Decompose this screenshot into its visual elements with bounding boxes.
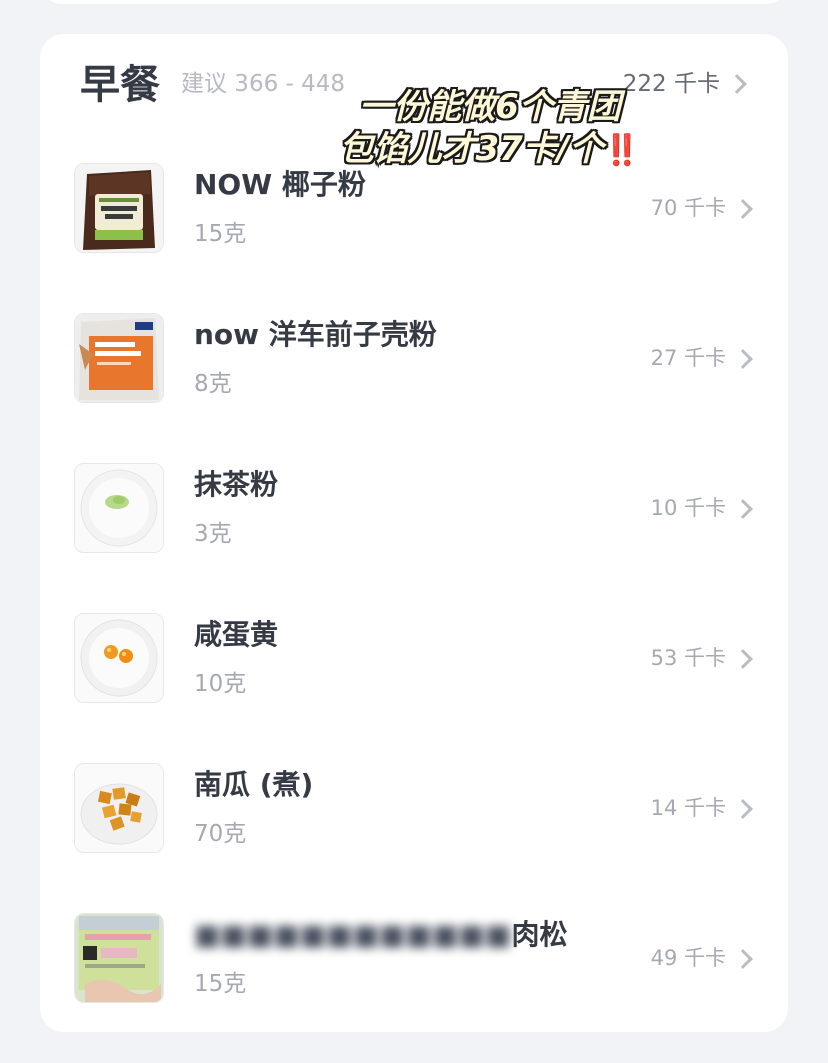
chevron-right-icon[interactable]: [733, 349, 753, 369]
caption-overlay: 一份能做6个青团 包馅儿才37卡/个‼️: [325, 86, 655, 172]
meat-floss-jar-icon: [74, 913, 164, 1003]
matcha-powder-plate-icon: [74, 463, 164, 553]
chevron-right-icon[interactable]: [733, 199, 753, 219]
food-name-blurred: ■■■■■■■■■■■■: [194, 918, 512, 951]
food-name: 抹茶粉: [194, 468, 279, 501]
food-quantity: 10克: [194, 671, 247, 697]
food-item[interactable]: now 洋车前子壳粉 8克 27 千卡: [40, 313, 788, 463]
food-quantity: 3克: [194, 521, 232, 547]
food-name: NOW 椰子粉: [194, 168, 366, 201]
previous-card-edge: [40, 0, 788, 4]
food-quantity: 15克: [194, 221, 247, 247]
food-calories: 14 千卡: [650, 796, 726, 820]
food-name-suffix: 肉松: [511, 918, 568, 951]
boiled-pumpkin-plate-icon: [74, 763, 164, 853]
food-item[interactable]: 南瓜 (煮) 70克 14 千卡: [40, 763, 788, 913]
chevron-right-icon[interactable]: [733, 499, 753, 519]
chevron-right-icon[interactable]: [733, 949, 753, 969]
food-calories: 27 千卡: [650, 346, 726, 370]
chevron-right-icon[interactable]: [727, 74, 747, 94]
food-name: 咸蛋黄: [194, 618, 279, 651]
meal-title: 早餐: [80, 62, 160, 108]
food-item[interactable]: ■■■■■■■■■■■■肉松 15克 49 千卡: [40, 913, 788, 1063]
food-quantity: 70克: [194, 821, 247, 847]
coconut-flour-bag-icon: [74, 163, 164, 253]
food-name: now 洋车前子壳粉: [194, 318, 437, 351]
caption-line-1: 一份能做6个青团: [358, 86, 622, 128]
food-calories: 53 千卡: [650, 646, 726, 670]
psyllium-husk-bag-icon: [74, 313, 164, 403]
food-quantity: 8克: [194, 371, 232, 397]
breakfast-card: 早餐 建议 366 - 448 222 千卡 一份能做6个青团 包馅儿才37卡/…: [40, 34, 788, 1032]
chevron-right-icon[interactable]: [733, 649, 753, 669]
food-item[interactable]: NOW 椰子粉 15克 70 千卡: [40, 163, 788, 313]
salted-egg-yolk-plate-icon: [74, 613, 164, 703]
food-item[interactable]: 抹茶粉 3克 10 千卡: [40, 463, 788, 613]
food-quantity: 15克: [194, 971, 247, 997]
chevron-right-icon[interactable]: [733, 799, 753, 819]
food-item[interactable]: 咸蛋黄 10克 53 千卡: [40, 613, 788, 763]
food-name: 南瓜 (煮): [194, 768, 314, 801]
food-calories: 49 千卡: [650, 946, 726, 970]
food-calories: 70 千卡: [650, 196, 726, 220]
food-name: ■■■■■■■■■■■■肉松: [194, 917, 567, 953]
food-calories: 10 千卡: [650, 496, 726, 520]
